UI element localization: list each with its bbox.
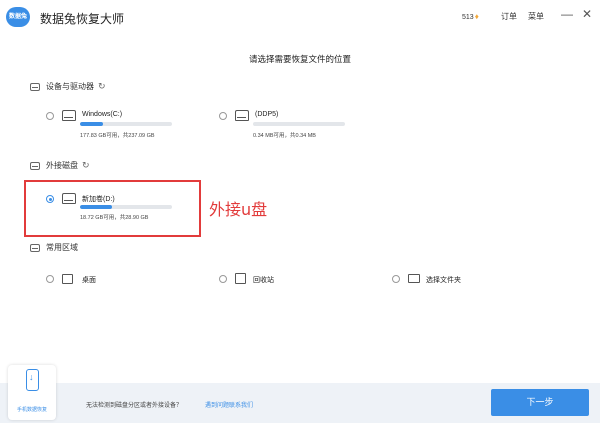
drive-usage-fill-c	[80, 122, 103, 126]
phone-recovery-label: 手机数据恢复	[16, 407, 47, 413]
download-arrow-icon: ↓	[29, 372, 34, 382]
drive-section-icon	[30, 82, 40, 91]
location-radio-folder[interactable]	[392, 275, 400, 283]
phone-recovery-card[interactable]: ↓ 手机数据恢复	[8, 365, 56, 420]
contact-us-link[interactable]: 遇到问题联系我们	[205, 400, 253, 409]
monitor-icon	[62, 274, 73, 284]
drive-radio-c[interactable]	[46, 112, 54, 120]
app-title: 数据兔恢复大师	[40, 12, 125, 26]
location-label-folder: 选择文件夹	[426, 277, 461, 284]
location-desktop[interactable]: 桌面	[46, 272, 166, 286]
title-bar: 数据兔 数据兔恢复大师 513♦ 订单 菜单 — ✕	[0, 0, 600, 36]
drive-name-ddp5: (DDP5)	[255, 111, 279, 118]
drive-section-icon	[30, 243, 40, 252]
section-devices: 设备与驱动器 ↻	[30, 81, 106, 92]
minimize-button[interactable]: —	[560, 7, 574, 21]
drive-item-c[interactable]: Windows(C:) 177.83 GB可用，共237.09 GB	[46, 108, 196, 143]
credits-count: 513	[462, 14, 474, 21]
page-headline: 请选择需要恢复文件的位置	[248, 54, 351, 64]
section-devices-title: 设备与驱动器	[46, 82, 94, 91]
location-label-recycle: 回收站	[253, 277, 274, 284]
refresh-icon[interactable]: ↻	[82, 160, 90, 171]
drive-section-icon	[30, 161, 40, 170]
drive-capacity-ddp5: 0.34 MB可用，共0.34 MB	[253, 133, 316, 139]
location-label-desktop: 桌面	[82, 277, 96, 284]
credits-badge[interactable]: 513♦	[462, 12, 479, 21]
close-button[interactable]: ✕	[580, 7, 594, 21]
drive-name-c: Windows(C:)	[82, 111, 123, 118]
hard-drive-icon	[62, 110, 76, 121]
hard-drive-icon	[235, 110, 249, 121]
location-choose-folder[interactable]: 选择文件夹	[392, 272, 512, 286]
refresh-icon[interactable]: ↻	[98, 81, 106, 92]
app-logo-icon: 数据兔	[6, 7, 30, 27]
drive-capacity-c: 177.83 GB可用，共237.09 GB	[80, 133, 155, 139]
location-radio-recycle[interactable]	[219, 275, 227, 283]
highlight-box	[24, 180, 201, 237]
folder-icon	[408, 274, 420, 283]
location-recycle-bin[interactable]: 回收站	[219, 272, 339, 286]
next-step-button[interactable]: 下一步	[491, 389, 589, 416]
drive-radio-ddp5[interactable]	[219, 112, 227, 120]
drive-usage-bar-c	[80, 122, 172, 126]
section-common-title: 常用区域	[46, 243, 78, 252]
diamond-icon: ♦	[474, 12, 479, 21]
menu-link[interactable]: 菜单	[528, 11, 544, 22]
drive-item-ddp5[interactable]: (DDP5) 0.34 MB可用，共0.34 MB	[219, 108, 369, 143]
section-external: 外接磁盘 ↻	[30, 160, 90, 171]
recycle-bin-icon	[235, 273, 246, 284]
orders-link[interactable]: 订单	[501, 11, 517, 22]
annotation-label: 外接u盘	[209, 200, 268, 219]
section-common: 常用区域	[30, 242, 78, 253]
footer-hint: 无法检测到磁盘分区或者外接设备？	[86, 403, 183, 409]
section-external-title: 外接磁盘	[46, 161, 78, 170]
location-radio-desktop[interactable]	[46, 275, 54, 283]
drive-usage-bar-ddp5	[253, 122, 345, 126]
